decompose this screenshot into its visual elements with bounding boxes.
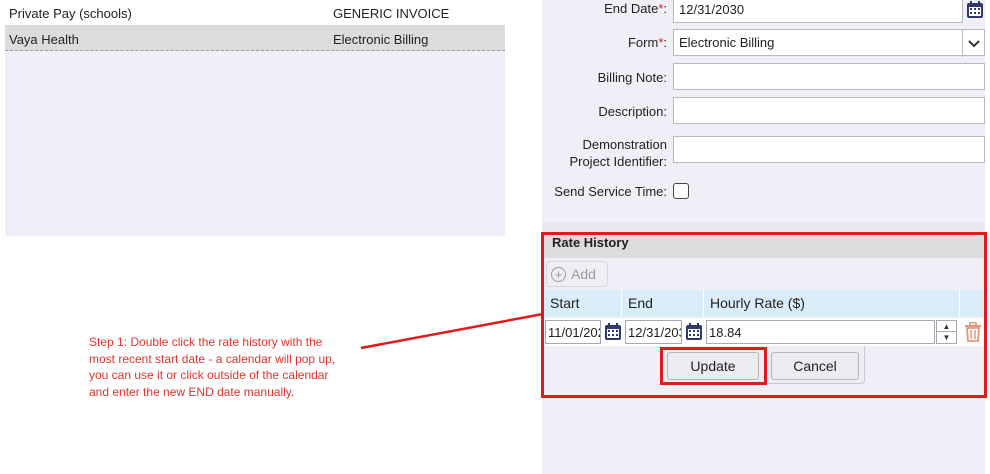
payer-name: Private Pay (schools): [9, 6, 132, 21]
instruction-line: and enter the new END date manually.: [89, 384, 295, 399]
form-select-value: Electronic Billing: [679, 35, 775, 50]
step-1-instruction: Step 1: Double click the rate history wi…: [89, 334, 389, 400]
instruction-line: Step 1: Double click the rate history wi…: [89, 335, 323, 349]
form-label: Form*:: [627, 35, 667, 50]
end-date-input[interactable]: 12/31/2030: [673, 0, 963, 23]
description-label: Description:: [598, 104, 667, 119]
payer-form: GENERIC INVOICE: [333, 6, 450, 21]
chevron-down-icon[interactable]: [962, 30, 984, 57]
end-date-label: End Date*:: [604, 1, 667, 16]
payer-list: Private Pay (schools) GENERIC INVOICE Va…: [5, 0, 505, 236]
demo-label-line2: Project Identifier:: [569, 154, 667, 169]
billing-note-input[interactable]: [673, 63, 985, 90]
list-row-vaya-health[interactable]: Vaya Health Electronic Billing: [5, 26, 505, 51]
form-select[interactable]: Electronic Billing: [673, 29, 985, 57]
calendar-icon[interactable]: [965, 0, 985, 20]
send-service-time-label: Send Service Time:: [554, 184, 667, 199]
instruction-line: you can use it or click outside of the c…: [89, 368, 329, 382]
description-input[interactable]: [673, 97, 985, 124]
update-button-highlight-box: [660, 347, 767, 385]
billing-note-label: Billing Note:: [597, 70, 667, 85]
list-row-private-pay[interactable]: Private Pay (schools) GENERIC INVOICE: [5, 0, 505, 26]
demo-label-line1: Demonstration: [582, 137, 667, 152]
send-service-time-checkbox[interactable]: [673, 183, 689, 199]
instruction-line: most recent start date - a calendar will…: [89, 351, 336, 366]
demo-project-input[interactable]: [673, 136, 985, 163]
end-date-value: 12/31/2030: [679, 2, 745, 17]
payer-name: Vaya Health: [9, 32, 79, 47]
payer-form: Electronic Billing: [333, 32, 429, 47]
demo-project-label: Demonstration Project Identifier:: [569, 136, 667, 170]
